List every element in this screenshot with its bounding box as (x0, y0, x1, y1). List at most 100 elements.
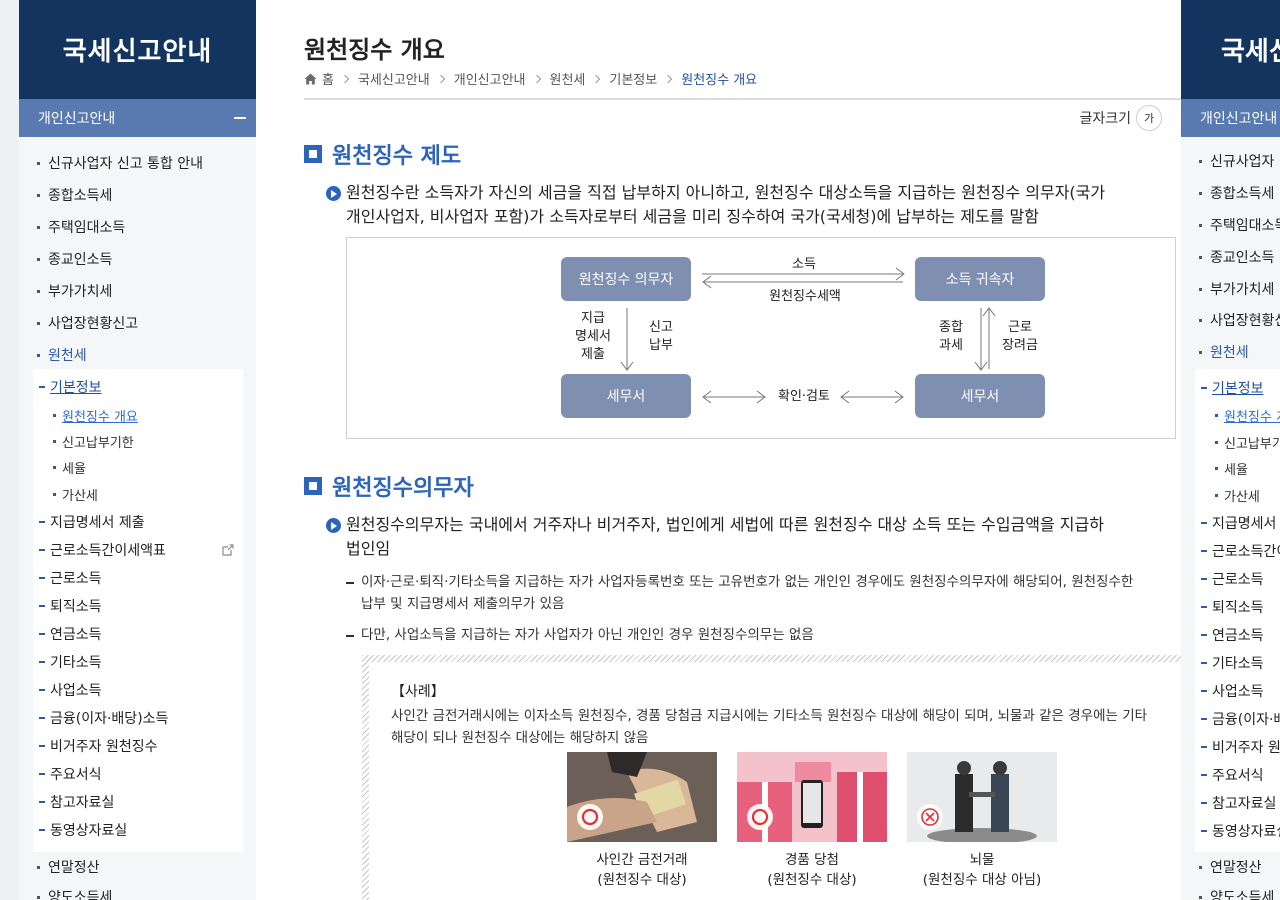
breadcrumb-item[interactable]: 개인신고안내 (454, 69, 526, 88)
sidebar-item-capital-gains[interactable]: 양도소득세 (19, 882, 256, 900)
sidebar-item-business-report[interactable]: 사업장현황신고 (19, 307, 256, 339)
right-item-withholding[interactable]: 원천세 (1181, 337, 1249, 367)
submenu-item-basic-info[interactable]: 기본정보 (33, 373, 243, 401)
right-sub-item[interactable]: 기본정보 (1181, 373, 1264, 403)
dash-icon (39, 773, 45, 775)
right-item-label: 사업장현황신고 (1210, 313, 1280, 329)
dash-icon (346, 635, 354, 637)
section-heading-text: 원천징수 제도 (332, 144, 462, 169)
sidebar-item-religious-income[interactable]: 종교인소득 (19, 243, 256, 275)
sidebar-item-label: 사업장현황신고 (48, 316, 139, 332)
dash-icon (39, 549, 45, 551)
right-sub-item[interactable]: 참고자료실 (1181, 788, 1276, 818)
right-item-label: 주요서식 (1212, 768, 1264, 784)
submenu-item-penalty[interactable]: 가산세 (33, 480, 243, 508)
right-item[interactable]: 사업장현황신고 (1181, 305, 1280, 335)
right-item-label: 부가가치세 (1210, 282, 1275, 298)
right-sub-item[interactable]: 비거주자 원천징수 (1181, 732, 1280, 762)
dash-icon (39, 605, 45, 607)
submenu-item-tax-rate[interactable]: 세율 (33, 453, 243, 481)
photo-private-loan (567, 752, 717, 842)
example-line: 해당이 되나 원천징수 대상에는 해당하지 않음 (391, 730, 649, 746)
right-sub-item[interactable]: 기타소득 (1181, 648, 1264, 678)
submenu-item-pension-income[interactable]: 연금소득 (33, 620, 243, 648)
sidebar-item-withholding[interactable]: 원천세 (19, 339, 256, 371)
sidebar-section-label: 개인신고안내 (38, 111, 116, 127)
font-size-button[interactable]: 가 (1136, 105, 1162, 131)
sidebar-item-year-end[interactable]: 연말정산 (19, 852, 256, 882)
right-item[interactable]: 신규사업자 신고 통합 안내 (1181, 146, 1280, 176)
dash-icon (1201, 578, 1207, 580)
submenu-item-other-income[interactable]: 기타소득 (33, 648, 243, 676)
breadcrumb-home[interactable]: 홈 (322, 69, 334, 88)
breadcrumb-item[interactable]: 국세신고안내 (358, 69, 430, 88)
right-sub-item[interactable]: 근로소득간이세액표 (1181, 536, 1280, 566)
right-sub-item[interactable]: 연금소득 (1181, 620, 1264, 650)
bullet-icon (37, 353, 40, 357)
right-sub-item[interactable]: 동영상자료실 (1181, 816, 1280, 846)
dash-icon (39, 633, 45, 635)
submenu-item-nonresident[interactable]: 비거주자 원천징수 (33, 732, 243, 760)
right-sub-item[interactable]: 주요서식 (1181, 760, 1264, 790)
submenu-item-earned-income[interactable]: 근로소득 (33, 564, 243, 592)
right-item-label: 근로소득 (1212, 572, 1264, 588)
right-sidebar-duplicate: 국세신고안내 개인신고안내 신규사업자 신고 통합 안내 종합소득세 주택임대소… (1181, 0, 1280, 900)
dash-icon (1201, 550, 1207, 552)
sidebar-item-vat[interactable]: 부가가치세 (19, 275, 256, 307)
right-item[interactable]: 종합소득세 (1181, 178, 1274, 208)
submenu-item-videos[interactable]: 동영상자료실 (33, 816, 243, 844)
submenu-item-overview[interactable]: 원천징수 개요 (33, 401, 243, 429)
right-sub-item[interactable]: 퇴직소득 (1181, 592, 1264, 622)
label-review: 확인·검토 (778, 389, 830, 404)
section-square-icon (304, 145, 322, 163)
note-line: 이자·근로·퇴직·기타소득을 지급하는 자가 사업자등록번호 또는 고유번호가 … (361, 574, 1134, 590)
right-sub-item[interactable]: 지급명세서 제출 (1181, 508, 1280, 538)
label-line: 납부 (649, 338, 673, 353)
right-sub-item[interactable]: 가산세 (1181, 480, 1260, 510)
right-item-label: 종교인소득 (1210, 250, 1275, 266)
submenu-item-deadline[interactable]: 신고납부기한 (33, 427, 243, 455)
right-sidebar-section[interactable]: 개인신고안내 (1181, 99, 1280, 137)
submenu-label: 근로소득 (50, 571, 102, 587)
right-sub-item[interactable]: 사업소득 (1181, 676, 1264, 706)
right-sub-item[interactable]: 금융(이자·배당)소득 (1181, 704, 1280, 734)
label-withheld-tax: 원천징수세액 (769, 289, 841, 304)
submenu-item-forms[interactable]: 주요서식 (33, 760, 243, 788)
label-line: 종합 (939, 320, 963, 335)
bullet-icon (1199, 287, 1202, 291)
right-item-label: 신고납부기한 (1224, 436, 1280, 452)
submenu-item-payment-statement[interactable]: 지급명세서 제출 (33, 508, 243, 536)
right-sub-item[interactable]: 원천징수 개요 (1181, 400, 1280, 430)
right-sub-item[interactable]: 근로소득 (1181, 564, 1264, 594)
submenu-item-business-income[interactable]: 사업소득 (33, 676, 243, 704)
sidebar-submenu: 기본정보 원천징수 개요 신고납부기한 세율 가산세 지급명세서 제출 근로소득… (33, 369, 243, 852)
label-line: 과세 (939, 338, 963, 353)
caption-note: (원천징수 대상) (767, 872, 857, 888)
right-item-label: 지급명세서 제출 (1212, 516, 1280, 532)
right-item-label: 근로소득간이세액표 (1212, 544, 1280, 560)
bullet-icon (53, 439, 56, 443)
submenu-item-financial-income[interactable]: 금융(이자·배당)소득 (33, 704, 243, 732)
submenu-label: 가산세 (62, 488, 98, 504)
breadcrumb-item[interactable]: 기본정보 (609, 69, 657, 88)
right-item[interactable]: 양도소득세 (1181, 882, 1274, 900)
sidebar-item-new-business[interactable]: 신규사업자 신고 통합 안내 (19, 147, 256, 179)
sidebar-section-toggle[interactable]: 개인신고안내 (19, 99, 256, 137)
right-item[interactable]: 부가가치세 (1181, 274, 1274, 304)
submenu-item-retirement-income[interactable]: 퇴직소득 (33, 592, 243, 620)
right-item-label: 기본정보 (1212, 381, 1264, 397)
section-heading-system: 원천징수 제도 (304, 138, 461, 170)
right-item[interactable]: 주택임대소득 (1181, 210, 1280, 240)
right-item[interactable]: 종교인소득 (1181, 242, 1274, 272)
sidebar-item-label: 부가가치세 (48, 284, 113, 300)
sidebar-item-rental-income[interactable]: 주택임대소득 (19, 211, 256, 243)
caption-title: 사인간 금전거래 (596, 852, 688, 868)
breadcrumb-item[interactable]: 원천세 (550, 69, 586, 88)
sidebar-item-label: 신규사업자 신고 통합 안내 (48, 156, 204, 172)
sidebar-item-income-tax[interactable]: 종합소득세 (19, 179, 256, 211)
submenu-item-simplified-tax-table[interactable]: 근로소득간이세액표 (33, 536, 243, 564)
play-bullet-icon (326, 186, 341, 201)
right-sub-item[interactable]: 세율 (1181, 453, 1248, 483)
right-item[interactable]: 연말정산 (1181, 852, 1262, 882)
submenu-item-reference[interactable]: 참고자료실 (33, 788, 243, 816)
